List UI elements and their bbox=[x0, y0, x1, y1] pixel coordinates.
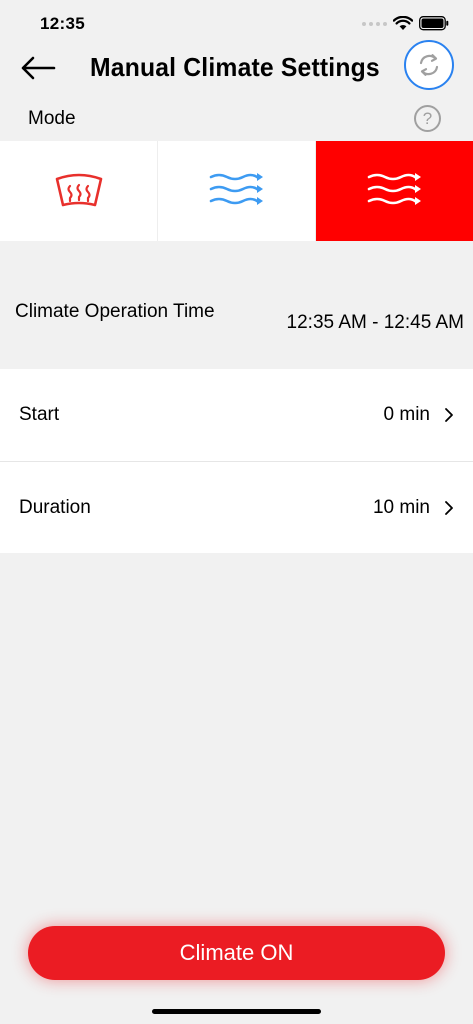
climate-operation-time: Climate Operation Time 12:35 AM - 12:45 … bbox=[0, 296, 473, 368]
settings-list: Start 0 min Duration 10 min bbox=[0, 369, 473, 553]
mode-selector bbox=[0, 141, 473, 241]
status-bar: 12:35 bbox=[0, 0, 473, 44]
help-icon[interactable]: ? bbox=[414, 105, 441, 132]
chevron-right-icon bbox=[444, 407, 454, 423]
battery-icon bbox=[419, 16, 449, 31]
airflow-icon bbox=[209, 173, 263, 205]
status-time: 12:35 bbox=[40, 14, 85, 33]
mode-tab-defrost[interactable] bbox=[0, 141, 158, 241]
status-icons bbox=[362, 16, 449, 31]
operation-time-value: 12:35 AM - 12:45 AM bbox=[286, 312, 464, 333]
duration-row[interactable]: Duration 10 min bbox=[0, 461, 473, 553]
arrow-left-icon bbox=[21, 56, 56, 80]
defrost-icon bbox=[55, 173, 102, 207]
duration-label: Duration bbox=[19, 496, 91, 518]
cellular-signal-icon bbox=[362, 21, 387, 26]
start-label: Start bbox=[19, 404, 60, 425]
refresh-button[interactable] bbox=[404, 40, 454, 90]
start-row[interactable]: Start 0 min bbox=[0, 369, 473, 461]
operation-time-label: Climate Operation Time bbox=[15, 301, 215, 322]
duration-value: 10 min bbox=[372, 496, 430, 518]
wifi-icon bbox=[393, 16, 413, 30]
home-indicator bbox=[152, 1009, 321, 1014]
airflow-icon bbox=[367, 173, 421, 205]
mode-tab-airflow-active[interactable] bbox=[316, 141, 473, 241]
header: Manual Climate Settings bbox=[0, 40, 473, 96]
page-title: Manual Climate Settings bbox=[90, 52, 380, 82]
mode-row: Mode ? bbox=[0, 100, 473, 138]
climate-on-button[interactable]: Climate ON bbox=[28, 926, 445, 980]
mode-label: Mode bbox=[28, 108, 76, 129]
mode-tab-airflow[interactable] bbox=[158, 141, 316, 241]
refresh-icon bbox=[419, 54, 439, 76]
back-button[interactable] bbox=[18, 50, 58, 86]
start-value: 0 min bbox=[383, 404, 430, 425]
chevron-right-icon bbox=[444, 500, 454, 516]
